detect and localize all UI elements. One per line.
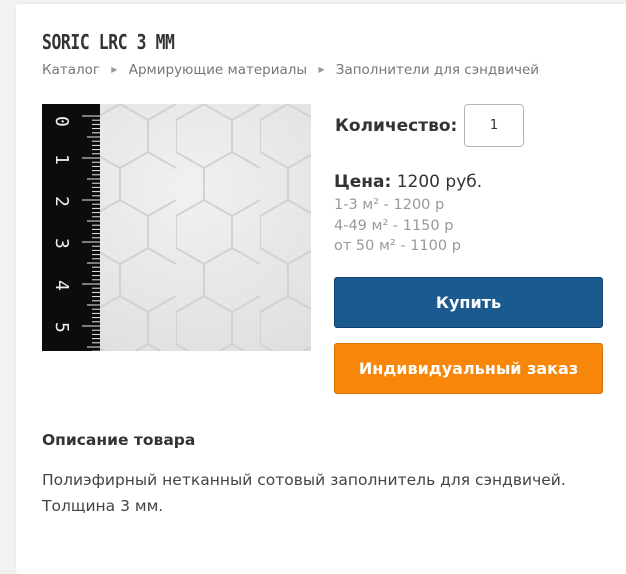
product-image[interactable]: 0 1 2 3 4 5	[42, 104, 311, 351]
price-tier: от 50 м² - 1100 р	[334, 238, 461, 254]
price-label: Цена:	[334, 172, 392, 192]
chevron-right-icon: ▶	[318, 65, 325, 74]
ruler: 0 1 2 3 4 5	[42, 104, 100, 351]
price-value: 1200 руб.	[396, 172, 483, 192]
chevron-right-icon: ▶	[111, 65, 118, 74]
ruler-digit: 2	[51, 196, 72, 207]
description-text: Полиэфирный нетканный сотовый заполнител…	[42, 467, 582, 519]
page-title: SORIC LRC 3 MM	[42, 30, 175, 54]
breadcrumb: Каталог ▶ Армирующие материалы ▶ Заполни…	[42, 62, 539, 78]
price-tier: 1-3 м² - 1200 р	[334, 197, 445, 213]
price-tiers: 1-3 м² - 1200 р 4-49 м² - 1150 р от 50 м…	[334, 195, 461, 257]
custom-order-button[interactable]: Индивидуальный заказ	[334, 343, 603, 394]
description-title: Описание товара	[42, 431, 196, 449]
ruler-digit: 4	[51, 280, 72, 291]
ruler-digit: 5	[51, 322, 72, 333]
price: Цена: 1200 руб.	[334, 172, 482, 192]
breadcrumb-item-sandwich-cores[interactable]: Заполнители для сэндвичей	[336, 62, 539, 78]
ruler-digit: 1	[51, 154, 72, 165]
buy-button[interactable]: Купить	[334, 277, 603, 328]
ruler-digit: 0	[51, 116, 72, 127]
breadcrumb-item-reinforcing-materials[interactable]: Армирующие материалы	[129, 62, 307, 78]
quantity-input[interactable]	[464, 104, 524, 147]
description-line: Толщина 3 мм.	[42, 497, 164, 515]
price-tier: 4-49 м² - 1150 р	[334, 217, 454, 234]
ruler-digit: 3	[51, 238, 72, 249]
breadcrumb-item-catalog[interactable]: Каталог	[42, 62, 100, 78]
description-line: Полиэфирный нетканный сотовый заполнител…	[42, 471, 566, 489]
quantity-label: Количество:	[335, 116, 458, 136]
